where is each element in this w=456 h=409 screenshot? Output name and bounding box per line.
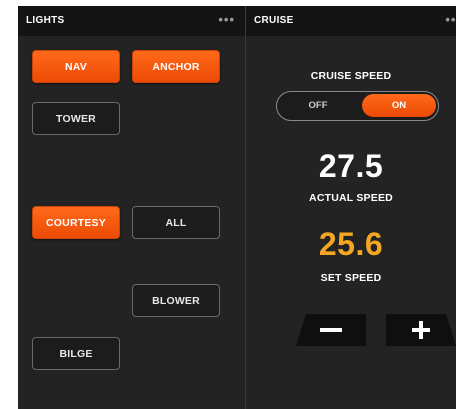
cruise-menu-icon[interactable]: ••• <box>445 12 456 27</box>
actual-speed-label: ACTUAL SPEED <box>309 192 393 204</box>
actual-speed-value: 27.5 <box>318 148 384 184</box>
lights-menu-icon[interactable]: ••• <box>218 12 235 27</box>
nav-light-button[interactable]: NAV <box>32 50 120 83</box>
tower-light-button[interactable]: TOWER <box>32 102 120 135</box>
cruise-toggle-on[interactable]: ON <box>362 94 436 117</box>
lights-title: LIGHTS <box>26 15 65 26</box>
blower-button[interactable]: BLOWER <box>132 284 220 317</box>
all-lights-button[interactable]: ALL <box>132 206 220 239</box>
cruise-speed-label: CRUISE SPEED <box>310 70 392 82</box>
lights-header: LIGHTS ••• <box>18 6 245 36</box>
cruise-toggle-off[interactable]: OFF <box>277 92 359 119</box>
cruise-title: CRUISE <box>254 15 294 26</box>
set-speed-value: 25.6 <box>318 226 384 262</box>
set-speed-label: SET SPEED <box>320 272 382 284</box>
increase-speed-button[interactable] <box>386 314 456 346</box>
minus-icon <box>320 328 342 332</box>
cruise-toggle[interactable]: OFF ON <box>276 91 439 121</box>
decrease-speed-button[interactable] <box>296 314 366 346</box>
plus-icon <box>412 321 430 339</box>
bilge-button[interactable]: BILGE <box>32 337 120 370</box>
cruise-header: CRUISE ••• <box>246 6 456 36</box>
anchor-light-button[interactable]: ANCHOR <box>132 50 220 83</box>
lights-panel: LIGHTS ••• NAV ANCHOR TOWER COURTESY ALL… <box>18 6 245 409</box>
courtesy-light-button[interactable]: COURTESY <box>32 206 120 239</box>
cruise-panel: CRUISE ••• CRUISE SPEED OFF ON 27.5 ACTU… <box>246 6 456 409</box>
control-screen: LIGHTS ••• NAV ANCHOR TOWER COURTESY ALL… <box>18 6 456 409</box>
